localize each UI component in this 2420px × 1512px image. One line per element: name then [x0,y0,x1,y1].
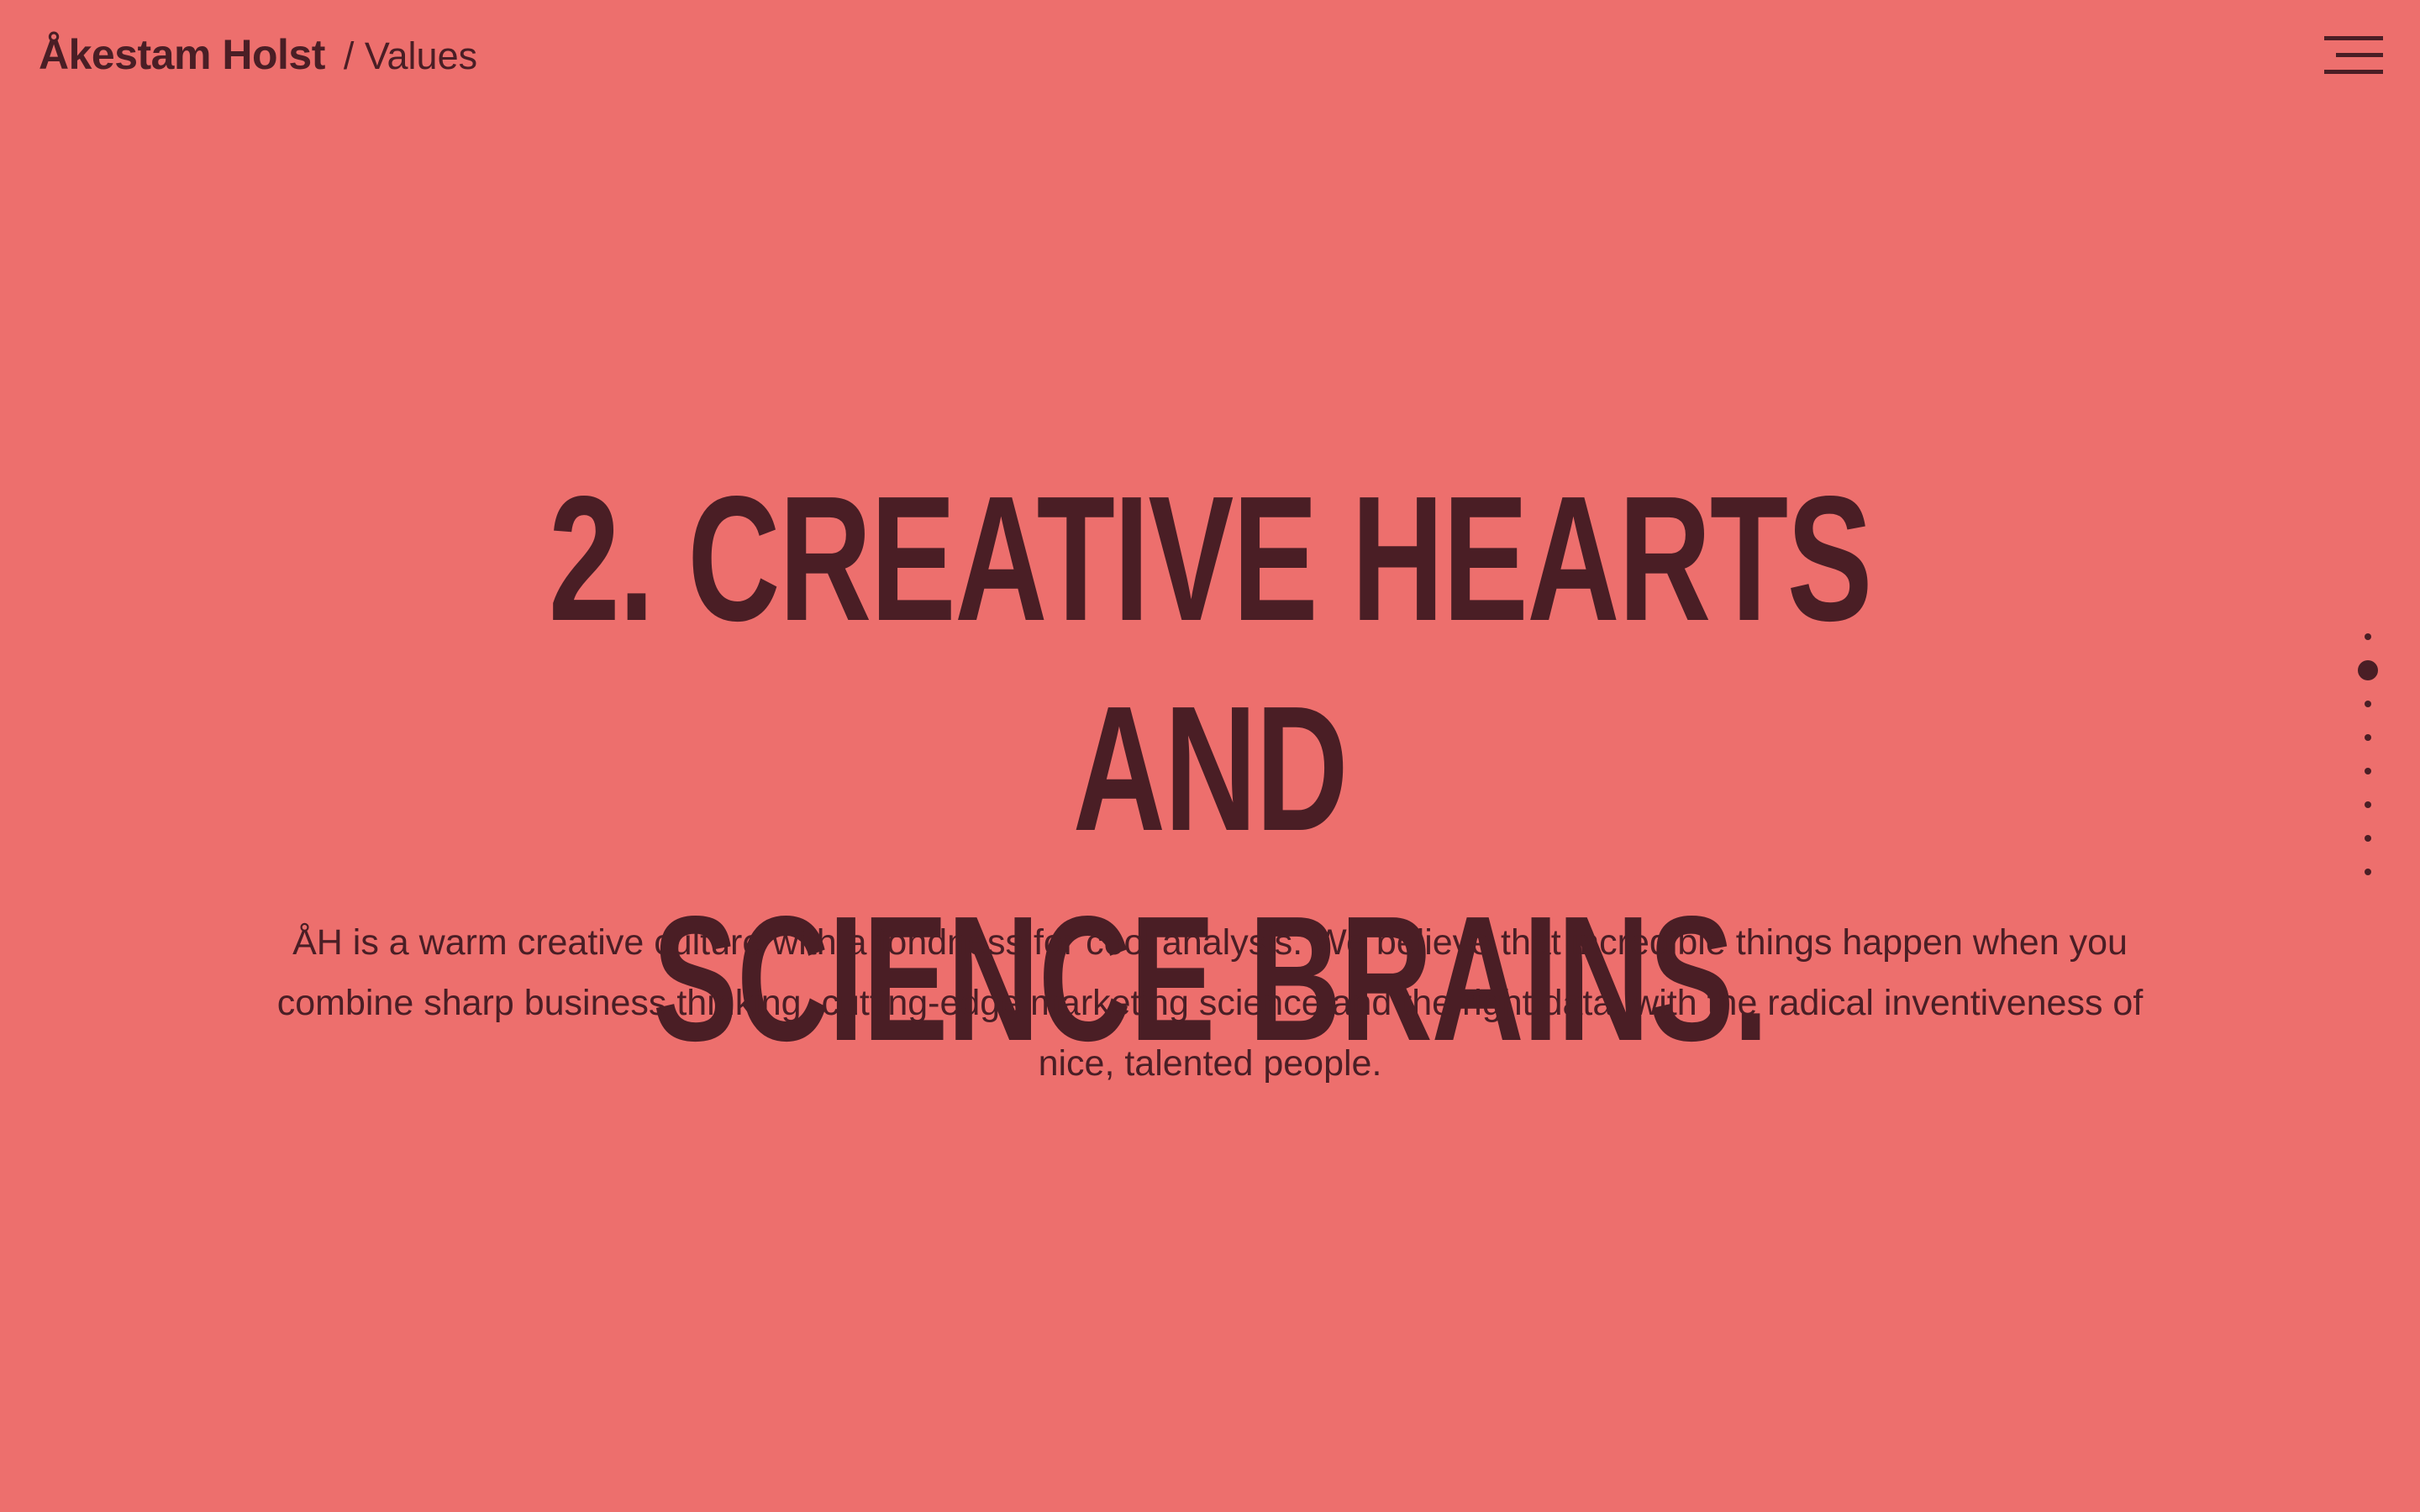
pager-dot[interactable] [2365,734,2371,741]
pager-dot[interactable] [2365,633,2371,640]
hamburger-menu-icon [2324,36,2383,74]
site-header: Åkestam Holst / Values [0,0,2420,118]
pager-dot[interactable] [2365,701,2371,707]
pager-dot[interactable] [2365,768,2371,774]
title-line-1: 2. Creative hearts and [548,459,1873,868]
breadcrumb: Åkestam Holst / Values [39,30,477,79]
menu-button[interactable] [2324,35,2383,74]
section-pager [2353,620,2386,889]
pager-dots [2358,633,2378,875]
pager-dot[interactable] [2365,869,2371,875]
brand-logo-link[interactable]: Åkestam Holst [39,30,325,79]
current-section-label: / Values [343,34,478,77]
pager-dot-active[interactable] [2358,660,2378,680]
hero-description: ÅH is a warm creative culture with a fon… [276,922,2144,1084]
pager-dot[interactable] [2365,801,2371,808]
pager-dot[interactable] [2365,835,2371,842]
